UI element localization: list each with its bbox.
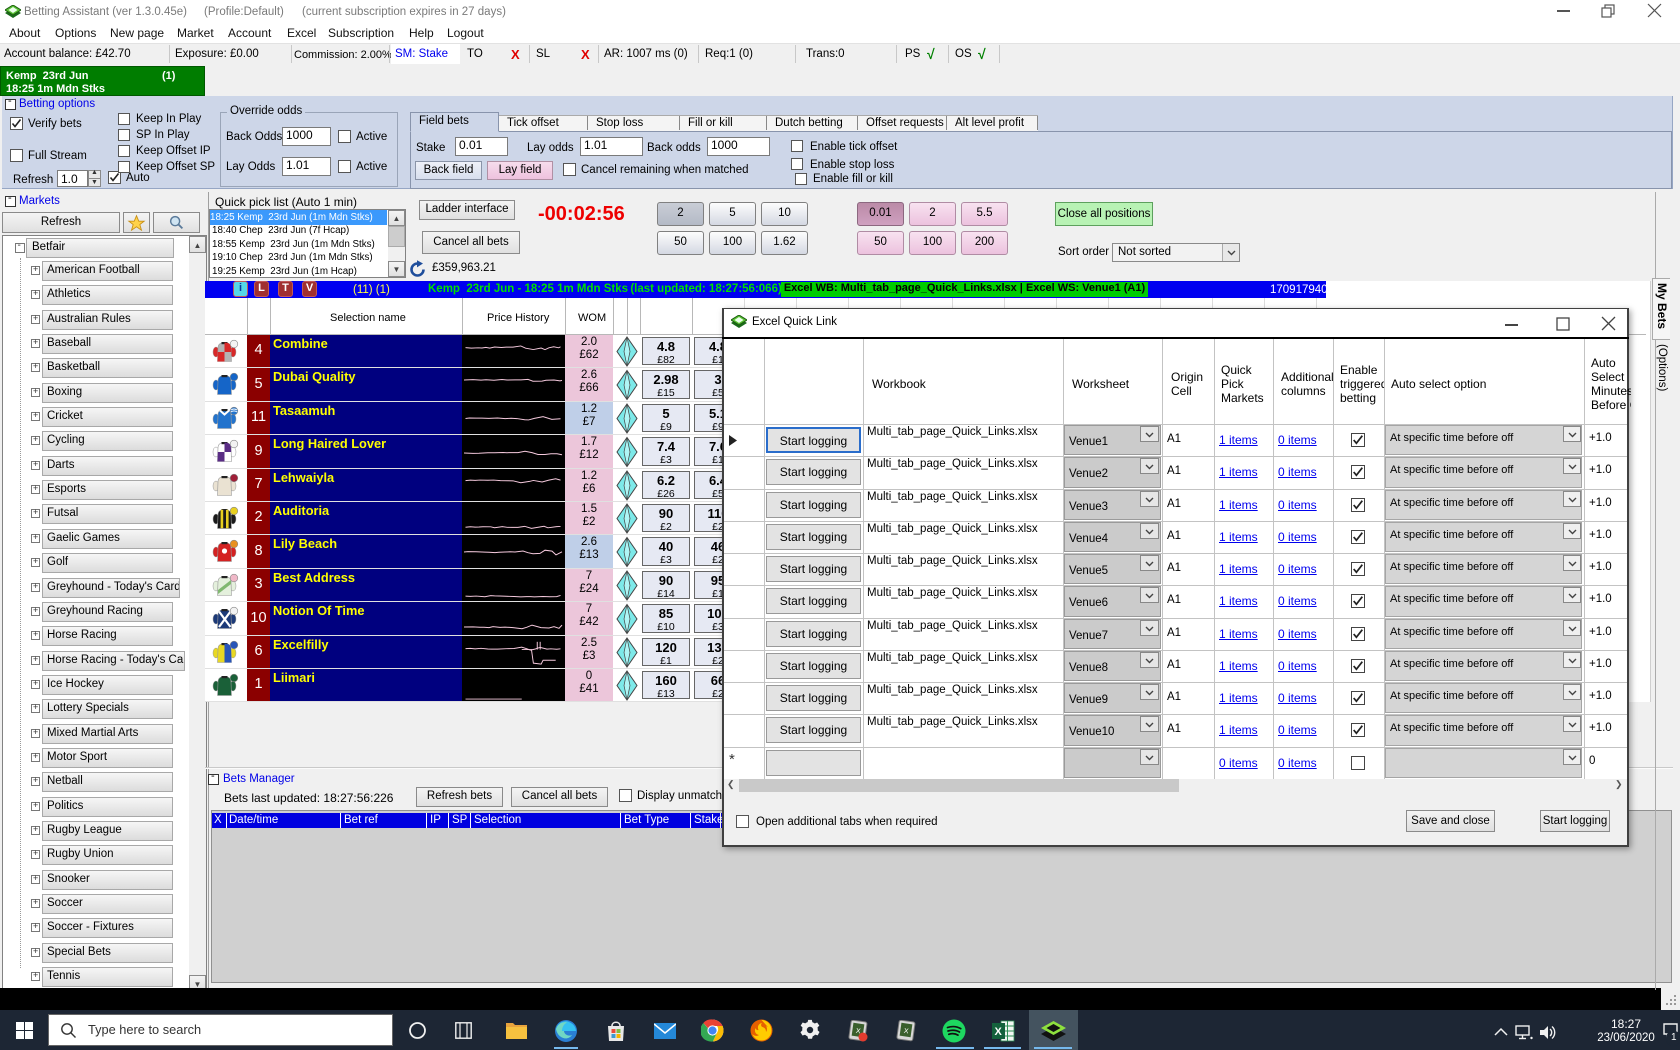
svg-text:X: X [995, 1026, 1003, 1038]
